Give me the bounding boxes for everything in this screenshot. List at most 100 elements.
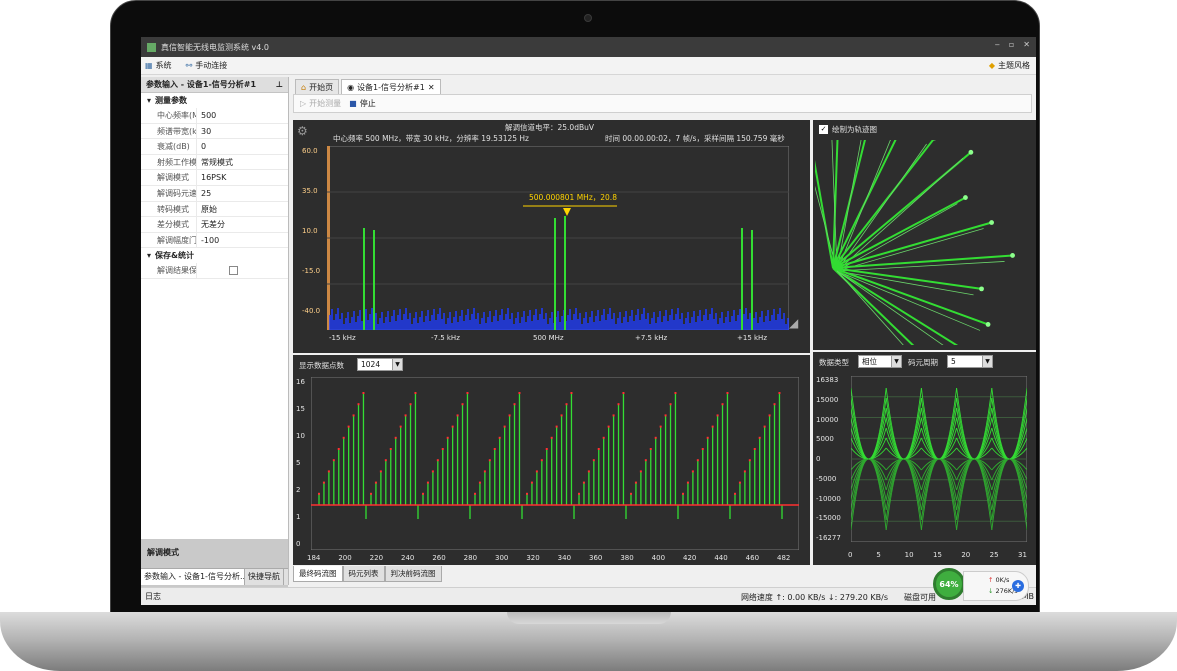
param-value[interactable]: 500 — [197, 108, 288, 123]
symbol-point — [332, 459, 335, 462]
trajectory-line — [832, 221, 992, 269]
document-tabs: ⌂ 开始页 ◉ 设备1-信号分析#1 ✕ — [293, 77, 1036, 94]
settings-icon[interactable]: ⚙ — [297, 124, 308, 138]
eye-trace — [991, 397, 1027, 460]
tab-start-page[interactable]: ⌂ 开始页 — [295, 79, 340, 94]
constellation-point — [968, 149, 974, 155]
eye-trace — [851, 458, 887, 521]
param-row[interactable]: 频谱带宽(kHz)30 — [141, 123, 288, 140]
camera-icon — [584, 14, 592, 22]
param-row[interactable]: 差分模式 无差分 — [141, 217, 288, 233]
waveform-chart[interactable] — [311, 377, 799, 550]
waveform-x-tick: 184 — [307, 554, 321, 562]
tab-symbol-list[interactable]: 码元列表 — [342, 566, 385, 582]
close-tab-icon[interactable]: ✕ — [428, 83, 435, 92]
menu-theme[interactable]: ◆ 主题风格 — [989, 60, 1030, 71]
net-widget[interactable]: ↑ 0K/s ↓ 276K/s ✚ — [963, 571, 1029, 601]
tab-pre-decision-stream[interactable]: 判决前码流图 — [384, 566, 442, 582]
upload-speed: 0K/s — [995, 576, 1010, 584]
close-button[interactable]: ✕ — [1023, 40, 1030, 49]
cpu-percent: 64% — [939, 579, 959, 589]
menu-theme-label: 主题风格 — [998, 61, 1030, 70]
waveform-tabs: 最终码流图 码元列表 判决前码流图 — [293, 566, 442, 582]
signal-peak — [564, 216, 566, 330]
minimize-button[interactable]: ‒ — [995, 40, 1000, 49]
symbol-point — [441, 448, 444, 450]
cpu-gauge[interactable]: 64% — [933, 568, 965, 600]
eye-trace — [956, 458, 993, 521]
symbol-point — [550, 436, 553, 439]
param-row[interactable]: 解调模式 16PSK — [141, 170, 288, 186]
param-key: 差分模式 — [141, 217, 197, 232]
eye-diagram-chart[interactable] — [851, 376, 1027, 542]
points-label: 显示数据点数 — [299, 361, 344, 370]
tab-quick-nav[interactable]: 快捷导航 — [245, 569, 284, 585]
param-row[interactable]: 中心频率(M...500 — [141, 108, 288, 124]
param-value[interactable]: -100 — [197, 233, 288, 248]
symbol-point — [649, 448, 652, 450]
tab-parameter-input[interactable]: 参数输入 - 设备1-信号分析... — [141, 569, 245, 585]
waveform-x-tick: 200 — [338, 554, 352, 562]
param-value[interactable]: 16PSK — [197, 170, 288, 185]
tab-final-stream[interactable]: 最终码流图 — [293, 566, 343, 582]
param-value[interactable]: 原始 — [197, 202, 288, 217]
points-select[interactable]: 1024 ▼ — [357, 358, 403, 371]
param-row[interactable]: 解调码元速...25 — [141, 185, 288, 202]
trajectory-checkbox[interactable]: ✓ — [819, 125, 828, 134]
eye-y-tick: 0 — [816, 455, 821, 463]
start-measure-button[interactable]: ▷ 开始测量 — [300, 98, 341, 109]
eye-x-tick: 10 — [904, 551, 914, 559]
symbol-point — [374, 481, 377, 484]
spectrum-marker-label: 500.000801 MHz，20.8 — [529, 193, 617, 202]
maximize-button[interactable]: ▫ — [1009, 40, 1014, 49]
eye-trace — [991, 458, 1027, 511]
param-row[interactable]: 衰减(dB) 0 — [141, 139, 288, 155]
symbol-point — [422, 492, 424, 495]
save-result-checkbox[interactable] — [229, 266, 238, 276]
waveform-x-tick: 482 — [777, 554, 791, 562]
section-measure[interactable]: ▾ 测量参数 — [141, 93, 288, 108]
waveform-y-tick: 16 — [296, 378, 305, 386]
param-value[interactable]: 无差分 — [197, 217, 288, 232]
symbol-point — [686, 481, 689, 484]
log-label[interactable]: 日志 — [145, 591, 161, 602]
spectrum-chart[interactable] — [327, 146, 789, 330]
eye-trace — [885, 458, 922, 511]
period-select[interactable]: 5 ▼ — [947, 355, 993, 368]
symbol-point — [399, 425, 402, 428]
eye-y-tick: 15000 — [816, 395, 839, 404]
eye-trace — [851, 458, 887, 481]
pin-icon[interactable]: ⊥ — [276, 80, 283, 89]
param-key: 解调幅度门... — [141, 232, 197, 248]
param-row[interactable]: 转码模式 原始 — [141, 201, 288, 218]
eye-x-tick: 0 — [848, 551, 853, 559]
param-value[interactable]: 30 — [197, 124, 288, 139]
trajectory-label: 绘制为轨迹图 — [832, 125, 877, 134]
symbol-point — [696, 459, 699, 462]
stop-label: 停止 — [359, 99, 376, 108]
param-value[interactable]: 25 — [197, 186, 288, 201]
param-row[interactable]: 解调幅度门...-100 — [141, 232, 288, 249]
param-row[interactable]: 射频工作模式常规模式 — [141, 154, 288, 171]
eye-x-tick: 15 — [933, 551, 942, 559]
menu-manual-connect[interactable]: ⚯ 手动连接 — [186, 60, 228, 71]
accelerate-icon[interactable]: ✚ — [1012, 580, 1024, 592]
download-arrow-icon: ↓ — [988, 587, 994, 595]
scroll-corner-icon[interactable]: ◢ — [789, 316, 798, 330]
parameter-panel: 参数输入 - 设备1-信号分析#1 ⊥ ▾ 测量参数 中心频率(M...500频… — [141, 77, 289, 605]
tab-signal-analysis[interactable]: ◉ 设备1-信号分析#1 ✕ — [341, 79, 441, 94]
constellation-chart[interactable] — [815, 140, 1033, 345]
data-type-select[interactable]: 相位 ▼ — [858, 355, 902, 368]
eye-y-tick: -15000 — [816, 514, 841, 523]
eye-trace — [851, 437, 887, 460]
section-save[interactable]: ▾ 保存&统计 — [141, 248, 288, 263]
param-value[interactable]: 0 — [197, 139, 288, 154]
param-value[interactable]: 常规模式 — [197, 155, 288, 170]
trajectory-line — [836, 270, 904, 345]
stop-button[interactable]: ■ 停止 — [349, 98, 376, 109]
symbol-point — [389, 448, 392, 450]
menu-system[interactable]: ▦ 系统 — [145, 60, 172, 71]
symbol-point — [753, 448, 756, 450]
symbol-point — [734, 492, 736, 495]
signal-peak — [363, 228, 365, 330]
